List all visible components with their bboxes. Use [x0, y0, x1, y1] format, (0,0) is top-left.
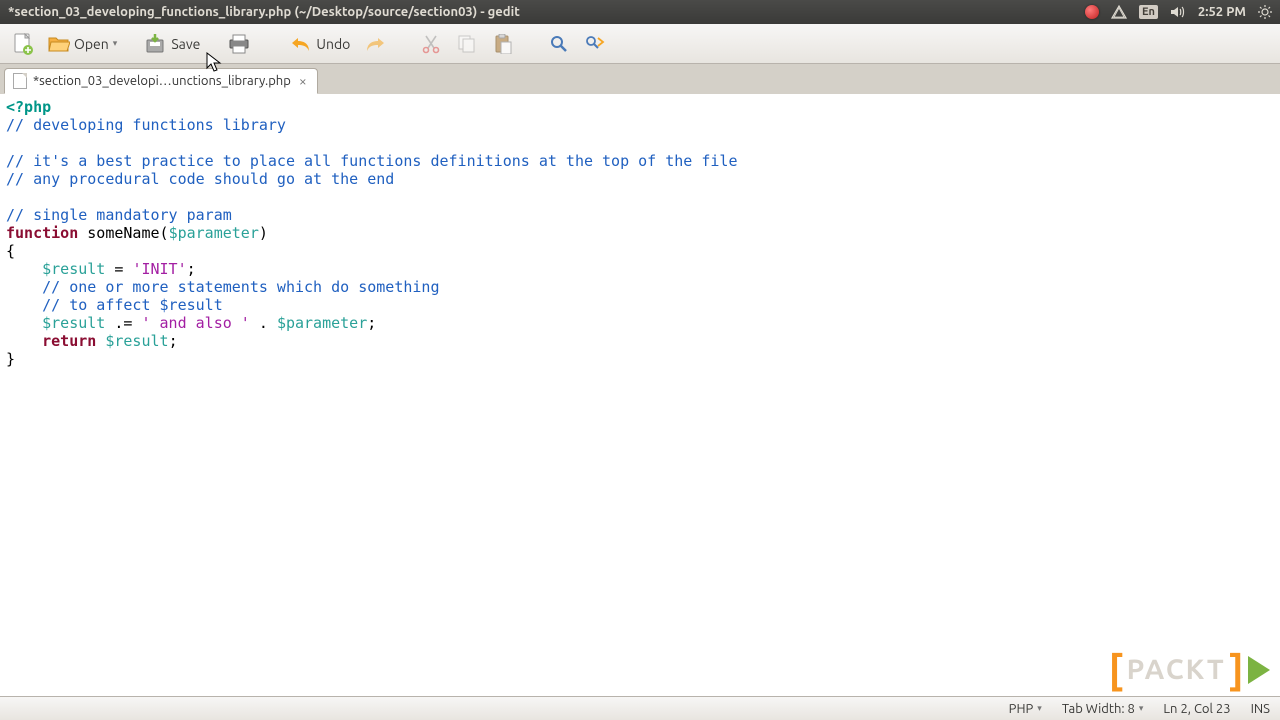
clock[interactable]: 2:52 PM	[1198, 5, 1246, 19]
system-menu-bar: *section_03_developing_functions_library…	[0, 0, 1280, 24]
tab-label: *section_03_developi…unctions_library.ph…	[33, 74, 291, 88]
code-editor[interactable]: <?php // developing functions library //…	[0, 94, 1280, 696]
cut-icon	[420, 33, 442, 55]
tab-bar: *section_03_developi…unctions_library.ph…	[0, 64, 1280, 94]
open-folder-icon	[48, 33, 70, 55]
redo-icon	[364, 33, 386, 55]
find-button[interactable]	[542, 29, 576, 59]
paste-button[interactable]	[486, 29, 520, 59]
redo-button[interactable]	[358, 29, 392, 59]
new-file-icon	[12, 33, 34, 55]
main-toolbar: Open ▾ Save Undo	[0, 24, 1280, 64]
search-icon	[548, 33, 570, 55]
copy-button[interactable]	[450, 29, 484, 59]
copy-icon	[456, 33, 478, 55]
undo-button[interactable]: Undo	[284, 29, 356, 59]
tab-width-selector[interactable]: Tab Width: 8▾	[1062, 702, 1144, 716]
language-indicator[interactable]: En	[1139, 5, 1158, 19]
print-icon	[228, 33, 250, 55]
settings-gear-icon[interactable]	[1258, 5, 1272, 19]
find-replace-button[interactable]	[578, 29, 612, 59]
file-icon	[13, 73, 27, 89]
record-indicator-icon[interactable]	[1085, 5, 1099, 19]
document-tab[interactable]: *section_03_developi…unctions_library.ph…	[4, 68, 318, 94]
save-icon	[145, 33, 167, 55]
find-replace-icon	[584, 33, 606, 55]
volume-icon[interactable]	[1170, 5, 1186, 19]
language-mode-selector[interactable]: PHP▾	[1009, 702, 1042, 716]
undo-button-label: Undo	[316, 36, 350, 52]
cursor-position: Ln 2, Col 23	[1163, 702, 1230, 716]
network-icon[interactable]	[1111, 5, 1127, 19]
status-bar: PHP▾ Tab Width: 8▾ Ln 2, Col 23 INS	[0, 696, 1280, 720]
window-title: *section_03_developing_functions_library…	[8, 5, 1085, 19]
new-file-button[interactable]	[6, 29, 40, 59]
cut-button[interactable]	[414, 29, 448, 59]
insert-mode-indicator[interactable]: INS	[1251, 702, 1270, 716]
undo-icon	[290, 33, 312, 55]
save-button[interactable]: Save	[139, 29, 206, 59]
open-button[interactable]: Open ▾	[42, 29, 123, 59]
paste-icon	[492, 33, 514, 55]
close-tab-button[interactable]: ×	[297, 74, 309, 88]
save-button-label: Save	[171, 36, 200, 52]
open-button-label: Open	[74, 36, 109, 52]
system-tray: En 2:52 PM	[1085, 5, 1272, 19]
chevron-down-icon: ▾	[113, 38, 118, 49]
print-button[interactable]	[222, 29, 256, 59]
